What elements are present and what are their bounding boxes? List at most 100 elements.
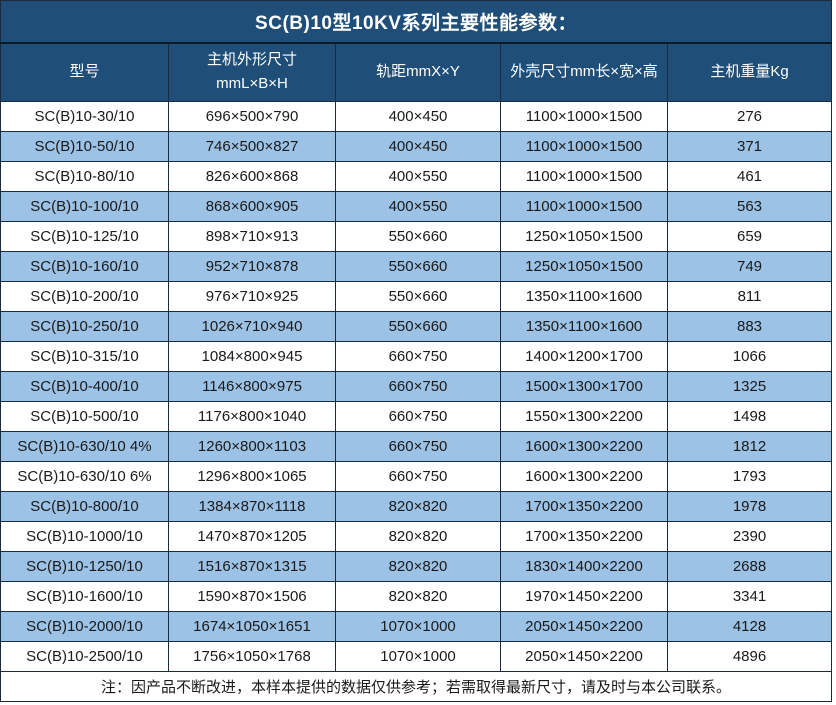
cell: SC(B)10-160/10 xyxy=(1,252,169,282)
table-row: SC(B)10-630/10 6%1296×800×1065660×750160… xyxy=(1,462,832,492)
cell: 1384×870×1118 xyxy=(169,492,336,522)
cell: 1978 xyxy=(668,492,832,522)
cell: 660×750 xyxy=(336,402,501,432)
cell: 2390 xyxy=(668,522,832,552)
table-row: SC(B)10-315/101084×800×945660×7501400×12… xyxy=(1,342,832,372)
column-header: 外壳尺寸mm长×宽×高 xyxy=(501,43,668,102)
column-header: 主机外形尺寸mmL×B×H xyxy=(169,43,336,102)
table-row: SC(B)10-80/10826×600×868400×5501100×1000… xyxy=(1,162,832,192)
cell: 3341 xyxy=(668,582,832,612)
page: SC(B)10型10KV系列主要性能参数： 型号主机外形尺寸mmL×B×H轨距m… xyxy=(0,0,836,705)
cell: 1600×1300×2200 xyxy=(501,462,668,492)
cell: SC(B)10-125/10 xyxy=(1,222,169,252)
cell: 749 xyxy=(668,252,832,282)
table-row: SC(B)10-2500/101756×1050×17681070×100020… xyxy=(1,642,832,672)
cell: SC(B)10-1000/10 xyxy=(1,522,169,552)
column-header: 轨距mmX×Y xyxy=(336,43,501,102)
column-header: 型号 xyxy=(1,43,169,102)
cell: 2050×1450×2200 xyxy=(501,642,668,672)
cell: 1026×710×940 xyxy=(169,312,336,342)
note-row: 注：因产品不断改进，本样本提供的数据仅供参考；若需取得最新尺寸，请及时与本公司联… xyxy=(1,672,832,702)
cell: 811 xyxy=(668,282,832,312)
cell: SC(B)10-200/10 xyxy=(1,282,169,312)
cell: 1070×1000 xyxy=(336,642,501,672)
cell: 461 xyxy=(668,162,832,192)
cell: 820×820 xyxy=(336,582,501,612)
table-row: SC(B)10-400/101146×800×975660×7501500×13… xyxy=(1,372,832,402)
column-header: 主机重量Kg xyxy=(668,43,832,102)
cell: 696×500×790 xyxy=(169,102,336,132)
cell: 868×600×905 xyxy=(169,192,336,222)
cell: 550×660 xyxy=(336,222,501,252)
title-row: SC(B)10型10KV系列主要性能参数： xyxy=(1,1,832,43)
cell: 1100×1000×1500 xyxy=(501,192,668,222)
cell: 400×550 xyxy=(336,162,501,192)
cell: 550×660 xyxy=(336,282,501,312)
cell: SC(B)10-500/10 xyxy=(1,402,169,432)
cell: 1830×1400×2200 xyxy=(501,552,668,582)
table-row: SC(B)10-125/10898×710×913550×6601250×105… xyxy=(1,222,832,252)
cell: 1084×800×945 xyxy=(169,342,336,372)
cell: 1100×1000×1500 xyxy=(501,102,668,132)
cell: 1674×1050×1651 xyxy=(169,612,336,642)
cell: SC(B)10-1600/10 xyxy=(1,582,169,612)
cell: 1700×1350×2200 xyxy=(501,492,668,522)
column-header-sublabel: mmL×B×H xyxy=(169,72,335,96)
cell: SC(B)10-630/10 4% xyxy=(1,432,169,462)
table-row: SC(B)10-2000/101674×1050×16511070×100020… xyxy=(1,612,832,642)
cell: 1756×1050×1768 xyxy=(169,642,336,672)
cell: 1296×800×1065 xyxy=(169,462,336,492)
column-header-label: 主机重量Kg xyxy=(668,60,831,84)
cell: 659 xyxy=(668,222,832,252)
cell: SC(B)10-100/10 xyxy=(1,192,169,222)
cell: 1500×1300×1700 xyxy=(501,372,668,402)
cell: 1470×870×1205 xyxy=(169,522,336,552)
cell: SC(B)10-50/10 xyxy=(1,132,169,162)
cell: 952×710×878 xyxy=(169,252,336,282)
table-note: 注：因产品不断改进，本样本提供的数据仅供参考；若需取得最新尺寸，请及时与本公司联… xyxy=(1,672,832,702)
cell: SC(B)10-2500/10 xyxy=(1,642,169,672)
cell: 1176×800×1040 xyxy=(169,402,336,432)
table-body: SC(B)10-30/10696×500×790400×4501100×1000… xyxy=(1,102,832,672)
cell: SC(B)10-30/10 xyxy=(1,102,169,132)
cell: 2050×1450×2200 xyxy=(501,612,668,642)
cell: 563 xyxy=(668,192,832,222)
cell: 898×710×913 xyxy=(169,222,336,252)
table-row: SC(B)10-1600/101590×870×1506820×8201970×… xyxy=(1,582,832,612)
cell: 4128 xyxy=(668,612,832,642)
table-row: SC(B)10-250/101026×710×940550×6601350×11… xyxy=(1,312,832,342)
cell: 1516×870×1315 xyxy=(169,552,336,582)
column-header-label: 型号 xyxy=(1,60,168,84)
spec-table: SC(B)10型10KV系列主要性能参数： 型号主机外形尺寸mmL×B×H轨距m… xyxy=(0,0,832,702)
cell: 1600×1300×2200 xyxy=(501,432,668,462)
cell: 1793 xyxy=(668,462,832,492)
cell: 1350×1100×1600 xyxy=(501,282,668,312)
cell: SC(B)10-250/10 xyxy=(1,312,169,342)
cell: 1812 xyxy=(668,432,832,462)
cell: SC(B)10-400/10 xyxy=(1,372,169,402)
cell: 976×710×925 xyxy=(169,282,336,312)
cell: 1146×800×975 xyxy=(169,372,336,402)
cell: 1325 xyxy=(668,372,832,402)
cell: SC(B)10-315/10 xyxy=(1,342,169,372)
table-row: SC(B)10-30/10696×500×790400×4501100×1000… xyxy=(1,102,832,132)
table-row: SC(B)10-100/10868×600×905400×5501100×100… xyxy=(1,192,832,222)
cell: 1070×1000 xyxy=(336,612,501,642)
cell: 1700×1350×2200 xyxy=(501,522,668,552)
table-title: SC(B)10型10KV系列主要性能参数： xyxy=(1,1,832,43)
cell: 1250×1050×1500 xyxy=(501,222,668,252)
cell: 400×450 xyxy=(336,102,501,132)
cell: 746×500×827 xyxy=(169,132,336,162)
cell: 371 xyxy=(668,132,832,162)
cell: 883 xyxy=(668,312,832,342)
cell: SC(B)10-630/10 6% xyxy=(1,462,169,492)
table-row: SC(B)10-800/101384×870×1118820×8201700×1… xyxy=(1,492,832,522)
table-row: SC(B)10-1000/101470×870×1205820×8201700×… xyxy=(1,522,832,552)
cell: SC(B)10-1250/10 xyxy=(1,552,169,582)
cell: SC(B)10-80/10 xyxy=(1,162,169,192)
cell: 1550×1300×2200 xyxy=(501,402,668,432)
cell: 820×820 xyxy=(336,552,501,582)
cell: 820×820 xyxy=(336,522,501,552)
cell: 660×750 xyxy=(336,372,501,402)
column-header-label: 外壳尺寸mm长×宽×高 xyxy=(501,60,667,84)
